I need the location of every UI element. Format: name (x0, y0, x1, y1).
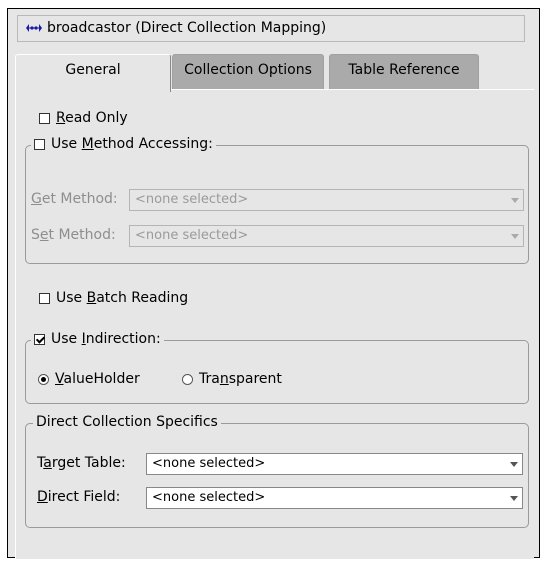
chevron-down-icon (510, 462, 518, 467)
set-method-value: <none selected> (135, 228, 249, 243)
batch-reading-mnemonic: B (86, 290, 97, 306)
read-only-label-text: ead Only (65, 110, 128, 126)
editor-title-bar: broadcastor (Direct Collection Mapping) (17, 15, 525, 42)
get-method-select[interactable]: <none selected> (129, 189, 524, 211)
direct-field-label-text: irect Field: (47, 489, 121, 505)
indirection-checkbox[interactable]: Use Indirection: (31, 331, 164, 347)
read-only-checkbox[interactable]: Read Only (39, 110, 128, 126)
target-table-mnemonic: a (43, 455, 52, 471)
set-method-label-prefix: S (31, 227, 40, 243)
method-accessing-group: Use Method Accessing: Get Method: <none … (25, 136, 529, 264)
method-accessing-label: Use Method Accessing: (51, 136, 213, 152)
direct-collection-mapping-editor: broadcastor (Direct Collection Mapping) … (7, 8, 540, 559)
transparent-label-text: sparent (228, 371, 282, 387)
target-table-label: Target Table: (37, 455, 126, 471)
tab-general[interactable]: General (15, 54, 171, 92)
target-table-value: <none selected> (152, 456, 266, 471)
indirection-label-text: ndirection: (85, 331, 161, 347)
read-only-mnemonic: R (56, 110, 66, 126)
batch-reading-checkbox[interactable]: Use Batch Reading (39, 290, 188, 306)
general-tab-panel: Read Only Use Method Accessing: Get Meth… (15, 89, 534, 559)
set-method-select[interactable]: <none selected> (129, 225, 524, 247)
target-table-select[interactable]: <none selected> (146, 453, 523, 475)
direct-field-select[interactable]: <none selected> (146, 487, 523, 509)
set-method-label-text: t Method: (48, 227, 116, 243)
direct-field-value: <none selected> (152, 490, 266, 505)
set-method-label: Set Method: (31, 227, 116, 243)
chevron-down-icon (510, 496, 518, 501)
indirection-label-prefix: Use (51, 331, 82, 347)
transparent-label: Transparent (199, 371, 282, 387)
get-method-label: Get Method: (31, 191, 118, 207)
batch-reading-checkbox-box[interactable] (39, 292, 50, 304)
mapping-icon (26, 24, 42, 32)
direct-collection-specifics-group: Direct Collection Specifics Target Table… (25, 414, 529, 528)
indirection-checkbox-box[interactable] (34, 333, 45, 345)
target-table-label-text: rget Table: (51, 455, 126, 471)
method-accessing-mnemonic: M (81, 136, 94, 152)
direct-collection-specifics-legend: Direct Collection Specifics (33, 414, 221, 430)
valueholder-radio-dot[interactable] (38, 373, 49, 385)
editor-title: broadcastor (Direct Collection Mapping) (47, 20, 327, 36)
indirection-label: Use Indirection: (51, 331, 161, 347)
transparent-radio-dot[interactable] (182, 373, 193, 385)
valueholder-mnemonic: V (55, 371, 64, 387)
valueholder-radio[interactable]: ValueHolder (38, 371, 140, 387)
tab-collection-options[interactable]: Collection Options (172, 54, 324, 89)
set-method-mnemonic: e (39, 227, 49, 243)
tab-collection-options-label: Collection Options (184, 62, 312, 78)
method-accessing-checkbox[interactable]: Use Method Accessing: (31, 136, 216, 152)
transparent-radio[interactable]: Transparent (182, 371, 282, 387)
get-method-value: <none selected> (135, 192, 249, 207)
transparent-label-prefix: Tra (199, 371, 220, 387)
read-only-label: Read Only (56, 110, 128, 126)
transparent-mnemonic: n (219, 371, 229, 387)
batch-reading-label-prefix: Use (56, 290, 87, 306)
read-only-checkbox-box[interactable] (39, 112, 50, 124)
method-accessing-label-prefix: Use (51, 136, 82, 152)
method-accessing-label-text: ethod Accessing: (93, 136, 213, 152)
batch-reading-label-text: atch Reading (96, 290, 189, 306)
method-accessing-checkbox-box[interactable] (34, 138, 45, 150)
indirection-group: Use Indirection: ValueHolder Transparent (25, 331, 529, 404)
direct-field-mnemonic: D (37, 489, 48, 505)
valueholder-label: ValueHolder (55, 371, 140, 387)
chevron-down-icon (511, 198, 519, 203)
tab-table-reference-label: Table Reference (348, 62, 460, 78)
get-method-label-text: et Method: (41, 191, 118, 207)
get-method-mnemonic: G (31, 191, 42, 207)
tab-table-reference[interactable]: Table Reference (329, 54, 479, 89)
batch-reading-label: Use Batch Reading (56, 290, 188, 306)
valueholder-label-text: alueHolder (63, 371, 140, 387)
direct-field-label: Direct Field: (37, 489, 120, 505)
chevron-down-icon (511, 234, 519, 239)
tab-general-label: General (65, 62, 121, 78)
